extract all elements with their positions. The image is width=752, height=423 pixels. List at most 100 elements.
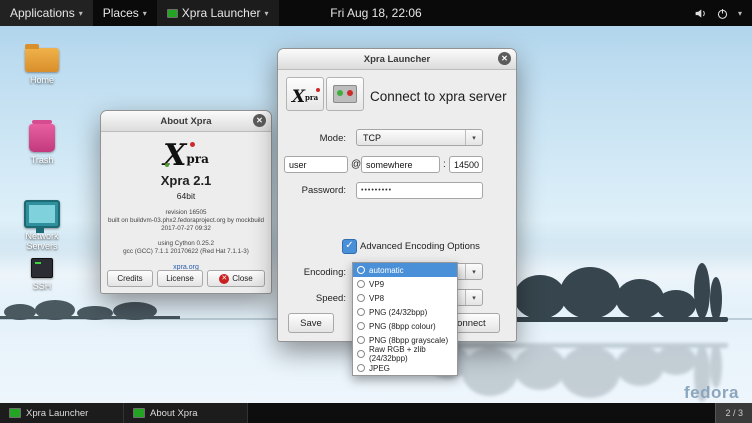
chevron-down-icon: ▾ <box>143 9 147 18</box>
desktop-icon-label: SSH <box>33 281 52 291</box>
advanced-encoding-checkbox[interactable]: ✓ <box>342 239 357 254</box>
logo-x: X <box>292 87 305 107</box>
encoding-option-label: PNG (8bpp grayscale) <box>369 336 448 345</box>
logo-pra: pra <box>305 93 318 102</box>
password-input[interactable]: ••••••••• <box>356 182 483 199</box>
credits-button[interactable]: Credits <box>107 270 153 287</box>
gcc-line: gcc (GCC) 7.1.1 20170622 (Red Hat 7.1.1-… <box>101 248 271 256</box>
bottom-taskbar: Xpra Launcher About Xpra 2 / 3 <box>0 403 752 423</box>
chevron-down-icon[interactable]: ▾ <box>738 9 742 18</box>
session-type-button[interactable] <box>326 77 364 111</box>
close-icon[interactable]: ✕ <box>498 52 511 65</box>
revision-line: revision 16505 <box>101 209 271 217</box>
encoding-option-vp8[interactable]: VP8 <box>353 291 457 305</box>
desktop-icon-ssh[interactable]: SSH <box>10 258 74 291</box>
radio-icon <box>357 350 365 358</box>
built-on-line: built on buildvm-03.phx2.fedoraproject.o… <box>101 217 271 225</box>
mode-value: TCP <box>357 133 465 143</box>
desktop-icon-label: Network Servers <box>25 231 58 251</box>
about-body: Xpra Xpra 2.1 64bit revision 16505 built… <box>101 132 271 274</box>
mode-select[interactable]: TCP ▾ <box>356 129 483 146</box>
close-button[interactable]: ✕ Close <box>207 270 265 287</box>
logo-pra: pra <box>186 152 209 166</box>
host-input[interactable]: somewhere <box>361 156 440 173</box>
password-label: Password: <box>278 185 346 196</box>
encoding-option-png8-colour[interactable]: PNG (8bpp colour) <box>353 319 457 333</box>
chevron-down-icon: ▾ <box>465 130 482 145</box>
clock[interactable]: Fri Aug 18, 22:06 <box>330 6 421 20</box>
encoding-option-automatic[interactable]: automatic <box>353 263 457 277</box>
app-indicator[interactable]: Xpra Launcher ▾ <box>157 0 279 26</box>
radio-icon <box>357 266 365 274</box>
applications-label: Applications <box>10 6 75 20</box>
encoding-option-label: VP8 <box>369 294 384 303</box>
app-indicator-label: Xpra Launcher <box>182 6 261 20</box>
at-separator: @ <box>351 159 361 170</box>
save-button[interactable]: Save <box>288 313 334 333</box>
radio-icon <box>357 364 365 372</box>
launcher-heading: Connect to xpra server <box>370 89 507 104</box>
terminal-icon <box>31 258 53 278</box>
taskbar-item-label: About Xpra <box>150 408 198 419</box>
username-input[interactable]: user <box>284 156 348 173</box>
encoding-option-label: PNG (8bpp colour) <box>369 322 436 331</box>
about-titlebar[interactable]: About Xpra ✕ <box>101 111 271 132</box>
desktop-icon-network-servers[interactable]: Network Servers <box>10 200 74 251</box>
desktop-icon-label: Trash <box>31 155 54 165</box>
encoding-option-label: PNG (24/32bpp) <box>369 308 427 317</box>
xpra-tray-icon <box>167 9 178 18</box>
chevron-down-icon: ▾ <box>265 9 269 18</box>
xpra-logo-button[interactable]: Xpra <box>286 77 324 111</box>
encoding-option-png24[interactable]: PNG (24/32bpp) <box>353 305 457 319</box>
radio-icon <box>357 322 365 330</box>
power-icon[interactable] <box>716 7 729 20</box>
speed-label: Speed: <box>278 293 346 304</box>
encoding-option-jpeg[interactable]: JPEG <box>353 361 457 375</box>
build-date-line: 2017-07-27 09:32 <box>101 225 271 233</box>
desktop-icon-trash[interactable]: Trash <box>10 124 74 165</box>
close-button-label: Close <box>232 274 252 283</box>
workspace-pager[interactable]: 2 / 3 <box>715 403 752 423</box>
trash-icon <box>29 124 55 152</box>
applications-menu[interactable]: Applications ▾ <box>0 0 93 26</box>
close-icon[interactable]: ✕ <box>253 114 266 127</box>
xpra-logo-icon: Xpra <box>292 87 318 107</box>
trees-reflection <box>418 332 728 410</box>
logo-x: X <box>163 138 186 173</box>
top-bar: Applications ▾ Places ▾ Xpra Launcher ▾ … <box>0 0 752 26</box>
encoding-option-vp9[interactable]: VP9 <box>353 277 457 291</box>
taskbar-item-xpra-launcher[interactable]: Xpra Launcher <box>0 403 124 423</box>
encoding-dropdown-popup: automatic VP9 VP8 PNG (24/32bpp) PNG (8b… <box>352 262 458 376</box>
connect-icon <box>333 85 357 103</box>
radio-icon <box>357 294 365 302</box>
bushes-silhouette <box>0 290 180 322</box>
encoding-option-label: automatic <box>369 266 404 275</box>
encoding-option-label: Raw RGB + zlib (24/32bpp) <box>369 345 457 363</box>
about-xpra-window: About Xpra ✕ Xpra Xpra 2.1 64bit revisio… <box>100 110 272 294</box>
xpra-logo-icon: Xpra <box>163 138 209 173</box>
fedora-wordmark: fedora <box>684 383 739 403</box>
launcher-titlebar[interactable]: Xpra Launcher ✕ <box>278 49 516 70</box>
about-button-row: Credits License ✕ Close <box>101 270 271 287</box>
colon-separator: : <box>443 159 446 170</box>
chevron-down-icon: ▾ <box>465 290 482 305</box>
places-menu[interactable]: Places ▾ <box>93 0 157 26</box>
network-server-icon <box>24 200 60 228</box>
places-label: Places <box>103 6 139 20</box>
cython-line: using Cython 0.25.2 <box>101 240 271 248</box>
encoding-option-raw-rgb[interactable]: Raw RGB + zlib (24/32bpp) <box>353 347 457 361</box>
taskbar-item-about-xpra[interactable]: About Xpra <box>124 403 248 423</box>
toolchain-info: using Cython 0.25.2 gcc (GCC) 7.1.1 2017… <box>101 240 271 256</box>
chevron-down-icon: ▾ <box>79 9 83 18</box>
app-arch: 64bit <box>101 191 271 201</box>
port-input[interactable]: 14500 <box>449 156 483 173</box>
desktop-icon-home[interactable]: Home <box>10 48 74 85</box>
encoding-option-label: JPEG <box>369 364 390 373</box>
system-status-area: ▾ <box>694 0 752 26</box>
mode-label: Mode: <box>278 133 346 144</box>
encoding-option-label: VP9 <box>369 280 384 289</box>
window-title: Xpra Launcher <box>364 54 431 65</box>
license-button[interactable]: License <box>157 270 203 287</box>
radio-icon <box>357 280 365 288</box>
volume-icon[interactable] <box>694 7 707 20</box>
